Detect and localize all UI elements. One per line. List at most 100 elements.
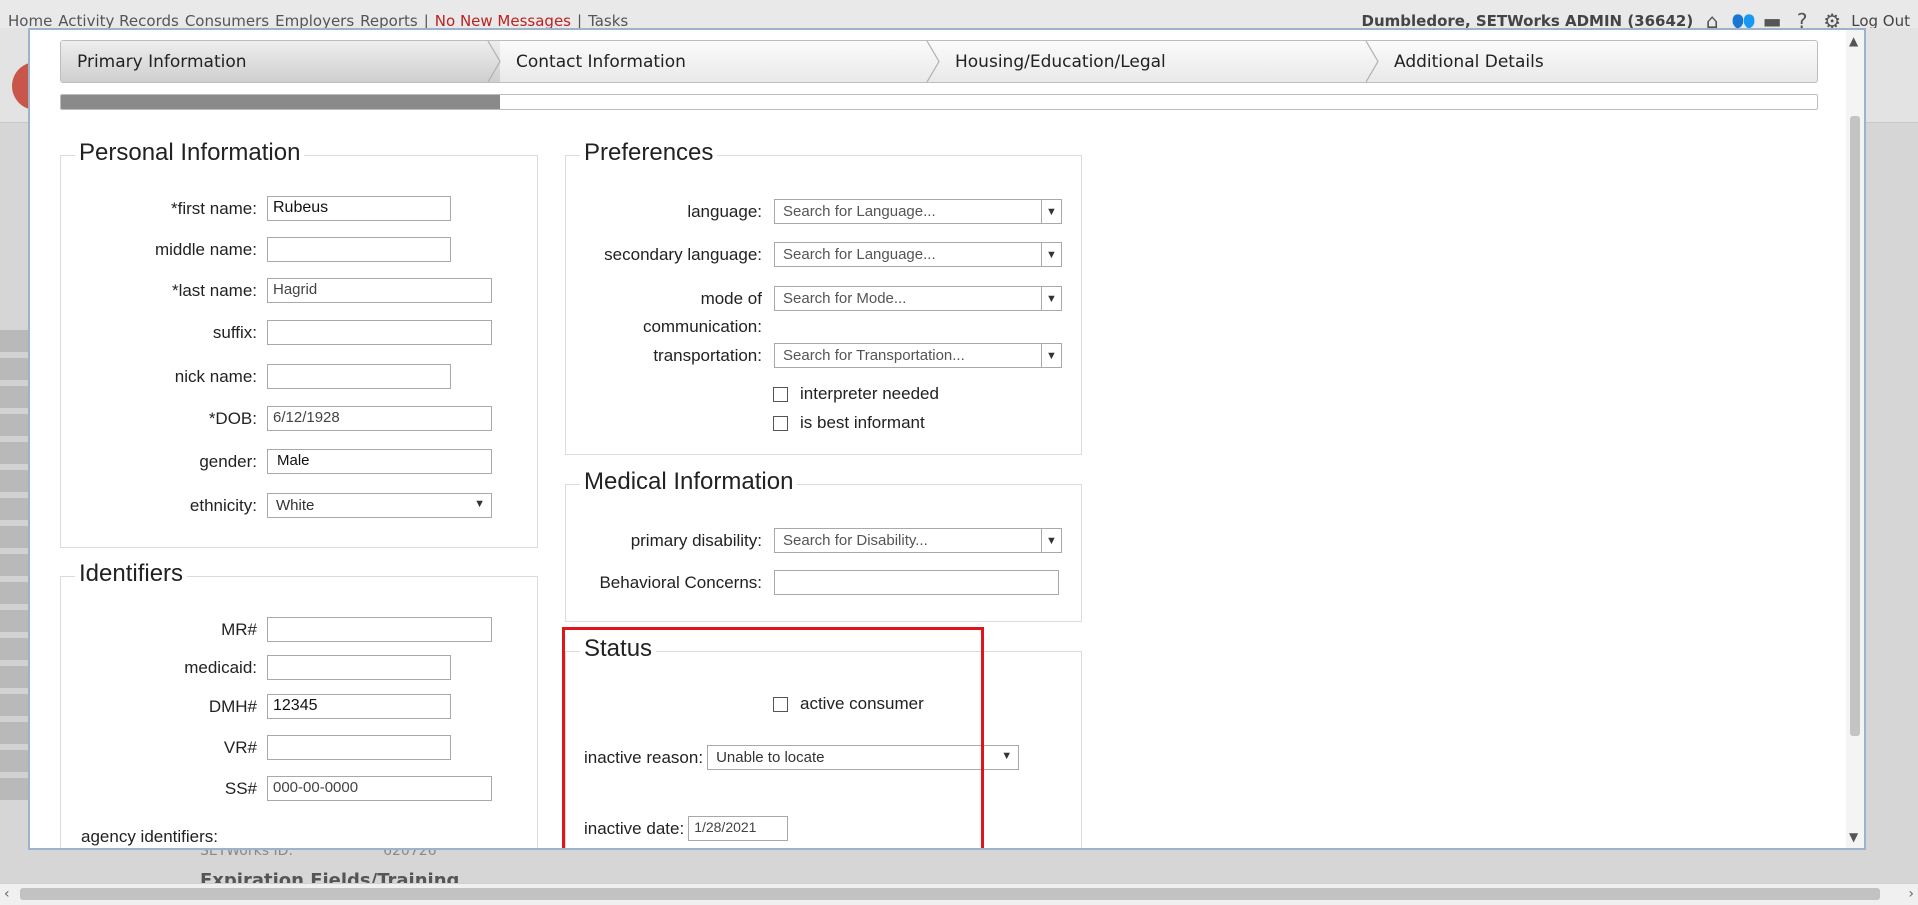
chevron-down-icon[interactable]: ▼	[1041, 529, 1061, 552]
step-additional-details[interactable]: Additional Details	[1378, 41, 1817, 82]
secondary-language-label: secondary language:	[604, 244, 762, 264]
chevron-down-icon[interactable]: ▼	[1041, 344, 1061, 367]
suffix-input[interactable]	[267, 320, 492, 345]
suffix-label: suffix:	[212, 322, 257, 342]
informant-checkbox[interactable]	[773, 415, 788, 431]
medical-information-panel: Medical Information primary disability: …	[565, 468, 1082, 622]
chevron-up-icon[interactable]: ▲	[1849, 34, 1858, 48]
interpreter-label: interpreter needed	[800, 384, 939, 403]
medicaid-row: medicaid:	[61, 655, 451, 680]
scroll-right-icon[interactable]: ›	[1908, 886, 1914, 902]
chevron-down-icon[interactable]: ▼	[1041, 200, 1061, 223]
gender-label: gender:	[199, 451, 257, 471]
wizard-steps: Primary Information Contact Information …	[60, 40, 1818, 83]
behavioral-label: Behavioral Concerns:	[599, 572, 762, 592]
step-label: Primary Information	[77, 51, 247, 72]
ss-input[interactable]: 000-00-0000	[267, 776, 492, 801]
chevron-down-icon[interactable]: ▼	[1041, 287, 1061, 310]
primary-disability-combobox[interactable]: Search for Disability... ▼	[774, 528, 1062, 553]
mode-label-line1: mode of	[700, 289, 762, 308]
suffix-row: suffix:	[61, 320, 492, 345]
chevron-down-icon: ▼	[474, 498, 485, 510]
mode-placeholder: Search for Mode...	[783, 290, 907, 307]
step-label: Housing/Education/Legal	[955, 51, 1166, 72]
secondary-language-combobox[interactable]: Search for Language... ▼	[774, 242, 1062, 267]
top-nav-bar: Home Activity Records Consumers Employers Re…	[0, 0, 1918, 32]
last-name-input[interactable]: Hagrid	[267, 278, 492, 303]
mode-label-line2: communication:	[642, 317, 762, 336]
nick-name-input[interactable]	[267, 364, 451, 389]
ss-row: SS# 000-00-0000	[61, 776, 492, 801]
panel-title: Identifiers	[75, 560, 188, 588]
language-combobox[interactable]: Search for Language... ▼	[774, 199, 1062, 224]
panel-title: Preferences	[580, 139, 718, 167]
step-label: Additional Details	[1394, 51, 1544, 72]
vr-input[interactable]	[267, 735, 451, 760]
interpreter-checkbox[interactable]	[773, 386, 788, 402]
dmh-input[interactable]: 12345	[267, 694, 451, 719]
ethnicity-value: White	[276, 497, 315, 514]
dmh-label: DMH#	[208, 696, 257, 716]
personal-information-panel: Personal Information *first name: Rubeus…	[60, 139, 538, 548]
agency-identifiers-label: agency identifiers:	[81, 827, 219, 846]
step-housing-education-legal[interactable]: Housing/Education/Legal	[939, 41, 1379, 82]
informant-row: is best informant	[773, 413, 925, 433]
gender-input[interactable]: Male	[267, 449, 492, 474]
language-label: language:	[687, 201, 762, 221]
mr-row: MR#	[61, 617, 492, 642]
first-name-label: *first name:	[171, 198, 257, 218]
informant-label: is best informant	[800, 413, 925, 432]
primary-disability-placeholder: Search for Disability...	[783, 532, 928, 549]
wizard-progress-bar	[60, 94, 1818, 110]
status-highlight-box	[562, 627, 984, 848]
transportation-row: transportation: Search for Transportatio…	[566, 343, 1062, 368]
progress-fill	[61, 95, 500, 109]
dob-label: *DOB:	[208, 408, 257, 428]
mode-label: mode of communication:	[566, 285, 762, 341]
consumer-edit-dialog: Primary Information Contact Information …	[28, 28, 1866, 850]
identifiers-panel: Identifiers MR# medicaid: DMH# 12345 VR#…	[60, 560, 538, 848]
middle-name-row: middle name:	[61, 237, 451, 262]
vertical-scroll-thumb[interactable]	[1850, 116, 1860, 736]
middle-name-label: middle name:	[154, 239, 257, 259]
primary-disability-label: primary disability:	[630, 530, 762, 550]
gender-row: gender: Male	[61, 449, 492, 474]
horizontal-scroll-thumb[interactable]	[20, 888, 1880, 900]
chevron-down-icon: ▼	[1001, 750, 1013, 762]
chevron-down-icon[interactable]: ▼	[1849, 830, 1858, 844]
background-list	[0, 330, 30, 800]
transportation-label: transportation:	[653, 345, 762, 365]
horizontal-scrollbar[interactable]: ‹ ›	[0, 883, 1918, 905]
first-name-input[interactable]: Rubeus	[267, 196, 451, 221]
behavioral-input[interactable]	[774, 570, 1059, 595]
middle-name-input[interactable]	[267, 237, 451, 262]
nick-name-label: nick name:	[174, 366, 257, 386]
chevron-down-icon[interactable]: ▼	[1041, 243, 1061, 266]
medicaid-input[interactable]	[267, 655, 451, 680]
ethnicity-row: ethnicity: White ▼	[61, 493, 492, 518]
mode-combobox[interactable]: Search for Mode... ▼	[774, 286, 1062, 311]
ethnicity-select[interactable]: White ▼	[267, 493, 492, 518]
mr-label: MR#	[221, 619, 257, 639]
dmh-row: DMH# 12345	[61, 694, 451, 719]
step-primary-information[interactable]: Primary Information	[61, 41, 501, 82]
agency-identifiers-row: agency identifiers:	[81, 827, 218, 847]
dialog-vertical-scrollbar[interactable]: ▲ ▼	[1846, 30, 1864, 848]
mr-input[interactable]	[267, 617, 492, 642]
last-name-row: *last name: Hagrid	[61, 278, 492, 303]
transportation-placeholder: Search for Transportation...	[783, 347, 965, 364]
dob-row: *DOB: 6/12/1928	[61, 406, 492, 431]
vr-label: VR#	[223, 737, 257, 757]
last-name-label: *last name:	[171, 280, 257, 300]
secondary-language-placeholder: Search for Language...	[783, 246, 936, 263]
primary-disability-row: primary disability: Search for Disabilit…	[566, 528, 1062, 553]
medicaid-label: medicaid:	[184, 657, 257, 677]
scroll-left-icon[interactable]: ‹	[4, 886, 10, 902]
language-row: language: Search for Language... ▼	[566, 199, 1062, 224]
step-contact-information[interactable]: Contact Information	[500, 41, 940, 82]
first-name-row: *first name: Rubeus	[61, 196, 451, 221]
interpreter-row: interpreter needed	[773, 384, 939, 404]
nick-name-row: nick name:	[61, 364, 451, 389]
dob-input[interactable]: 6/12/1928	[267, 406, 492, 431]
transportation-combobox[interactable]: Search for Transportation... ▼	[774, 343, 1062, 368]
